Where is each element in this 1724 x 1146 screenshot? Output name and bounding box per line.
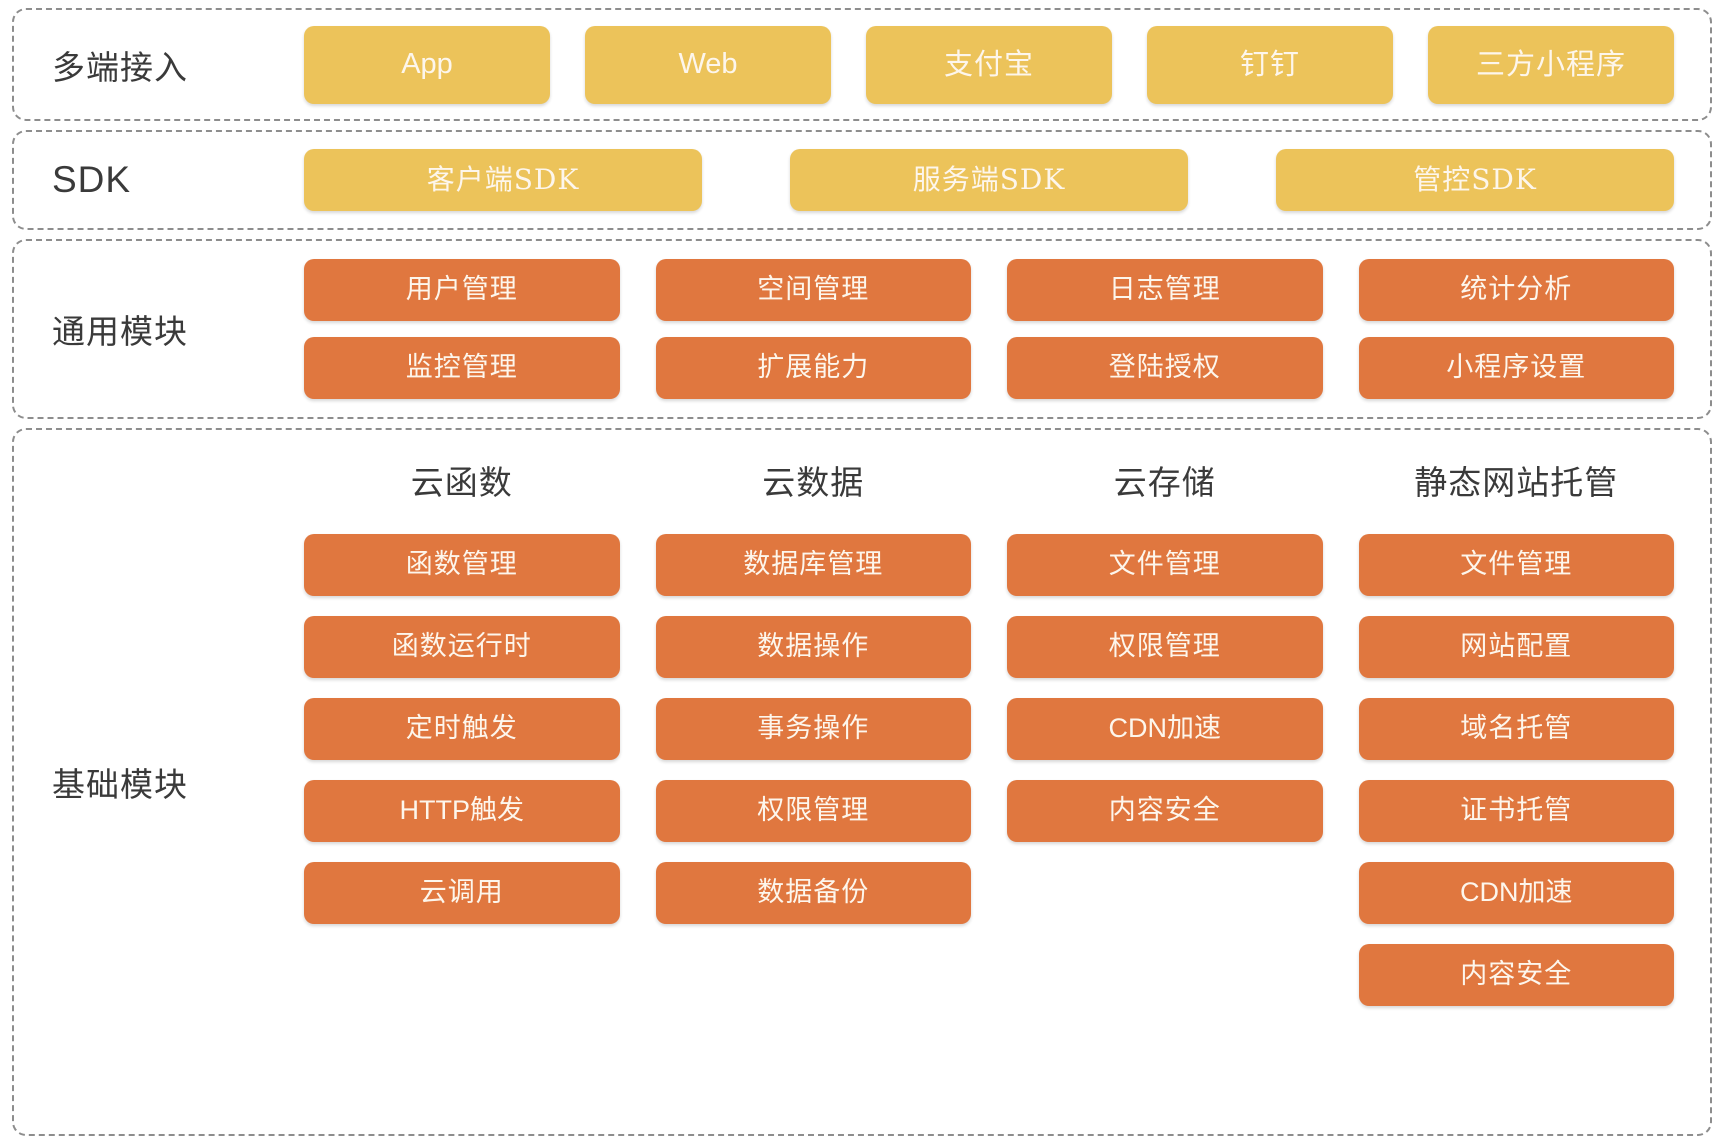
base-box-cloud-invocation[interactable]: 云调用 — [304, 862, 620, 924]
layer-sdk: SDK 客户端SDK 服务端SDK 管控SDK — [12, 130, 1712, 230]
sdk-box-server[interactable]: 服务端SDK — [790, 149, 1188, 211]
architecture-diagram: 多端接入 App Web 支付宝 钉钉 三方小程序 SDK 客户端SDK 服务端… — [0, 0, 1724, 1146]
sdk-box-client[interactable]: 客户端SDK — [304, 149, 702, 211]
base-box-database-management[interactable]: 数据库管理 — [655, 534, 971, 596]
base-column-title-cloud-functions: 云函数 — [410, 463, 513, 502]
base-box-transaction-operation[interactable]: 事务操作 — [655, 698, 971, 760]
base-box-data-backup[interactable]: 数据备份 — [655, 862, 971, 924]
base-column-title-cloud-storage: 云存储 — [1113, 463, 1216, 502]
common-box-user-management[interactable]: 用户管理 — [304, 259, 620, 321]
base-box-storage-cdn-acceleration[interactable]: CDN加速 — [1007, 698, 1323, 760]
base-box-hosting-file-management[interactable]: 文件管理 — [1358, 534, 1674, 596]
common-box-miniprogram-settings[interactable]: 小程序设置 — [1358, 337, 1674, 399]
base-column-cloud-storage: 云存储 文件管理 权限管理 CDN加速 内容安全 — [1007, 456, 1323, 1112]
layer-label-access: 多端接入 — [52, 47, 188, 87]
access-box-third-party-miniprogram[interactable]: 三方小程序 — [1428, 25, 1674, 104]
layer-label-base: 基础模块 — [52, 765, 188, 804]
access-box-row: App Web 支付宝 钉钉 三方小程序 — [304, 25, 1710, 104]
layer-base-modules: 基础模块 云函数 函数管理 函数运行时 定时触发 HTTP触发 云调用 云数据 … — [12, 428, 1712, 1136]
base-box-storage-permission-management[interactable]: 权限管理 — [1007, 616, 1323, 678]
common-box-monitor-management[interactable]: 监控管理 — [304, 337, 620, 399]
base-column-title-cloud-database: 云数据 — [762, 463, 865, 502]
access-box-dingtalk[interactable]: 钉钉 — [1147, 25, 1393, 104]
access-box-web[interactable]: Web — [585, 25, 831, 104]
base-column-items-cloud-storage: 文件管理 权限管理 CDN加速 内容安全 — [1007, 534, 1323, 842]
base-column-items-static-website-hosting: 文件管理 网站配置 域名托管 证书托管 CDN加速 内容安全 — [1358, 534, 1674, 1006]
base-box-http-trigger[interactable]: HTTP触发 — [304, 780, 620, 842]
base-box-certificate-hosting[interactable]: 证书托管 — [1358, 780, 1674, 842]
sdk-box-management[interactable]: 管控SDK — [1276, 149, 1674, 211]
layer-label-sdk: SDK — [52, 159, 132, 200]
base-box-storage-file-management[interactable]: 文件管理 — [1007, 534, 1323, 596]
base-box-hosting-cdn-acceleration[interactable]: CDN加速 — [1358, 862, 1674, 924]
layer-common-modules: 通用模块 用户管理 空间管理 日志管理 统计分析 监控管理 扩展能力 登陆授权 … — [12, 239, 1712, 419]
common-box-statistics-analysis[interactable]: 统计分析 — [1358, 259, 1674, 321]
common-box-login-authorization[interactable]: 登陆授权 — [1007, 337, 1323, 399]
base-column-items-cloud-database: 数据库管理 数据操作 事务操作 权限管理 数据备份 — [655, 534, 971, 924]
common-box-extension-capability[interactable]: 扩展能力 — [655, 337, 971, 399]
sdk-box-row: 客户端SDK 服务端SDK 管控SDK — [304, 149, 1710, 211]
access-box-alipay[interactable]: 支付宝 — [866, 25, 1112, 104]
base-column-cloud-functions: 云函数 函数管理 函数运行时 定时触发 HTTP触发 云调用 — [304, 456, 620, 1112]
base-column-cloud-database: 云数据 数据库管理 数据操作 事务操作 权限管理 数据备份 — [655, 456, 971, 1112]
layer-label-common: 通用模块 — [52, 312, 188, 351]
base-box-website-configuration[interactable]: 网站配置 — [1358, 616, 1674, 678]
common-module-grid: 用户管理 空间管理 日志管理 统计分析 监控管理 扩展能力 登陆授权 小程序设置 — [304, 259, 1710, 399]
base-box-data-operation[interactable]: 数据操作 — [655, 616, 971, 678]
base-column-title-static-website-hosting: 静态网站托管 — [1414, 463, 1619, 502]
layer-multi-terminal-access: 多端接入 App Web 支付宝 钉钉 三方小程序 — [12, 8, 1712, 121]
base-box-function-runtime[interactable]: 函数运行时 — [304, 616, 620, 678]
base-box-database-permission-management[interactable]: 权限管理 — [655, 780, 971, 842]
base-module-columns: 云函数 函数管理 函数运行时 定时触发 HTTP触发 云调用 云数据 数据库管理… — [304, 430, 1710, 1134]
access-box-app[interactable]: App — [304, 25, 550, 104]
base-box-storage-content-security[interactable]: 内容安全 — [1007, 780, 1323, 842]
base-box-domain-hosting[interactable]: 域名托管 — [1358, 698, 1674, 760]
base-column-items-cloud-functions: 函数管理 函数运行时 定时触发 HTTP触发 云调用 — [304, 534, 620, 924]
common-box-space-management[interactable]: 空间管理 — [655, 259, 971, 321]
base-box-scheduled-trigger[interactable]: 定时触发 — [304, 698, 620, 760]
common-box-log-management[interactable]: 日志管理 — [1007, 259, 1323, 321]
base-box-hosting-content-security[interactable]: 内容安全 — [1358, 944, 1674, 1006]
base-box-function-management[interactable]: 函数管理 — [304, 534, 620, 596]
base-column-static-website-hosting: 静态网站托管 文件管理 网站配置 域名托管 证书托管 CDN加速 内容安全 — [1358, 456, 1674, 1112]
